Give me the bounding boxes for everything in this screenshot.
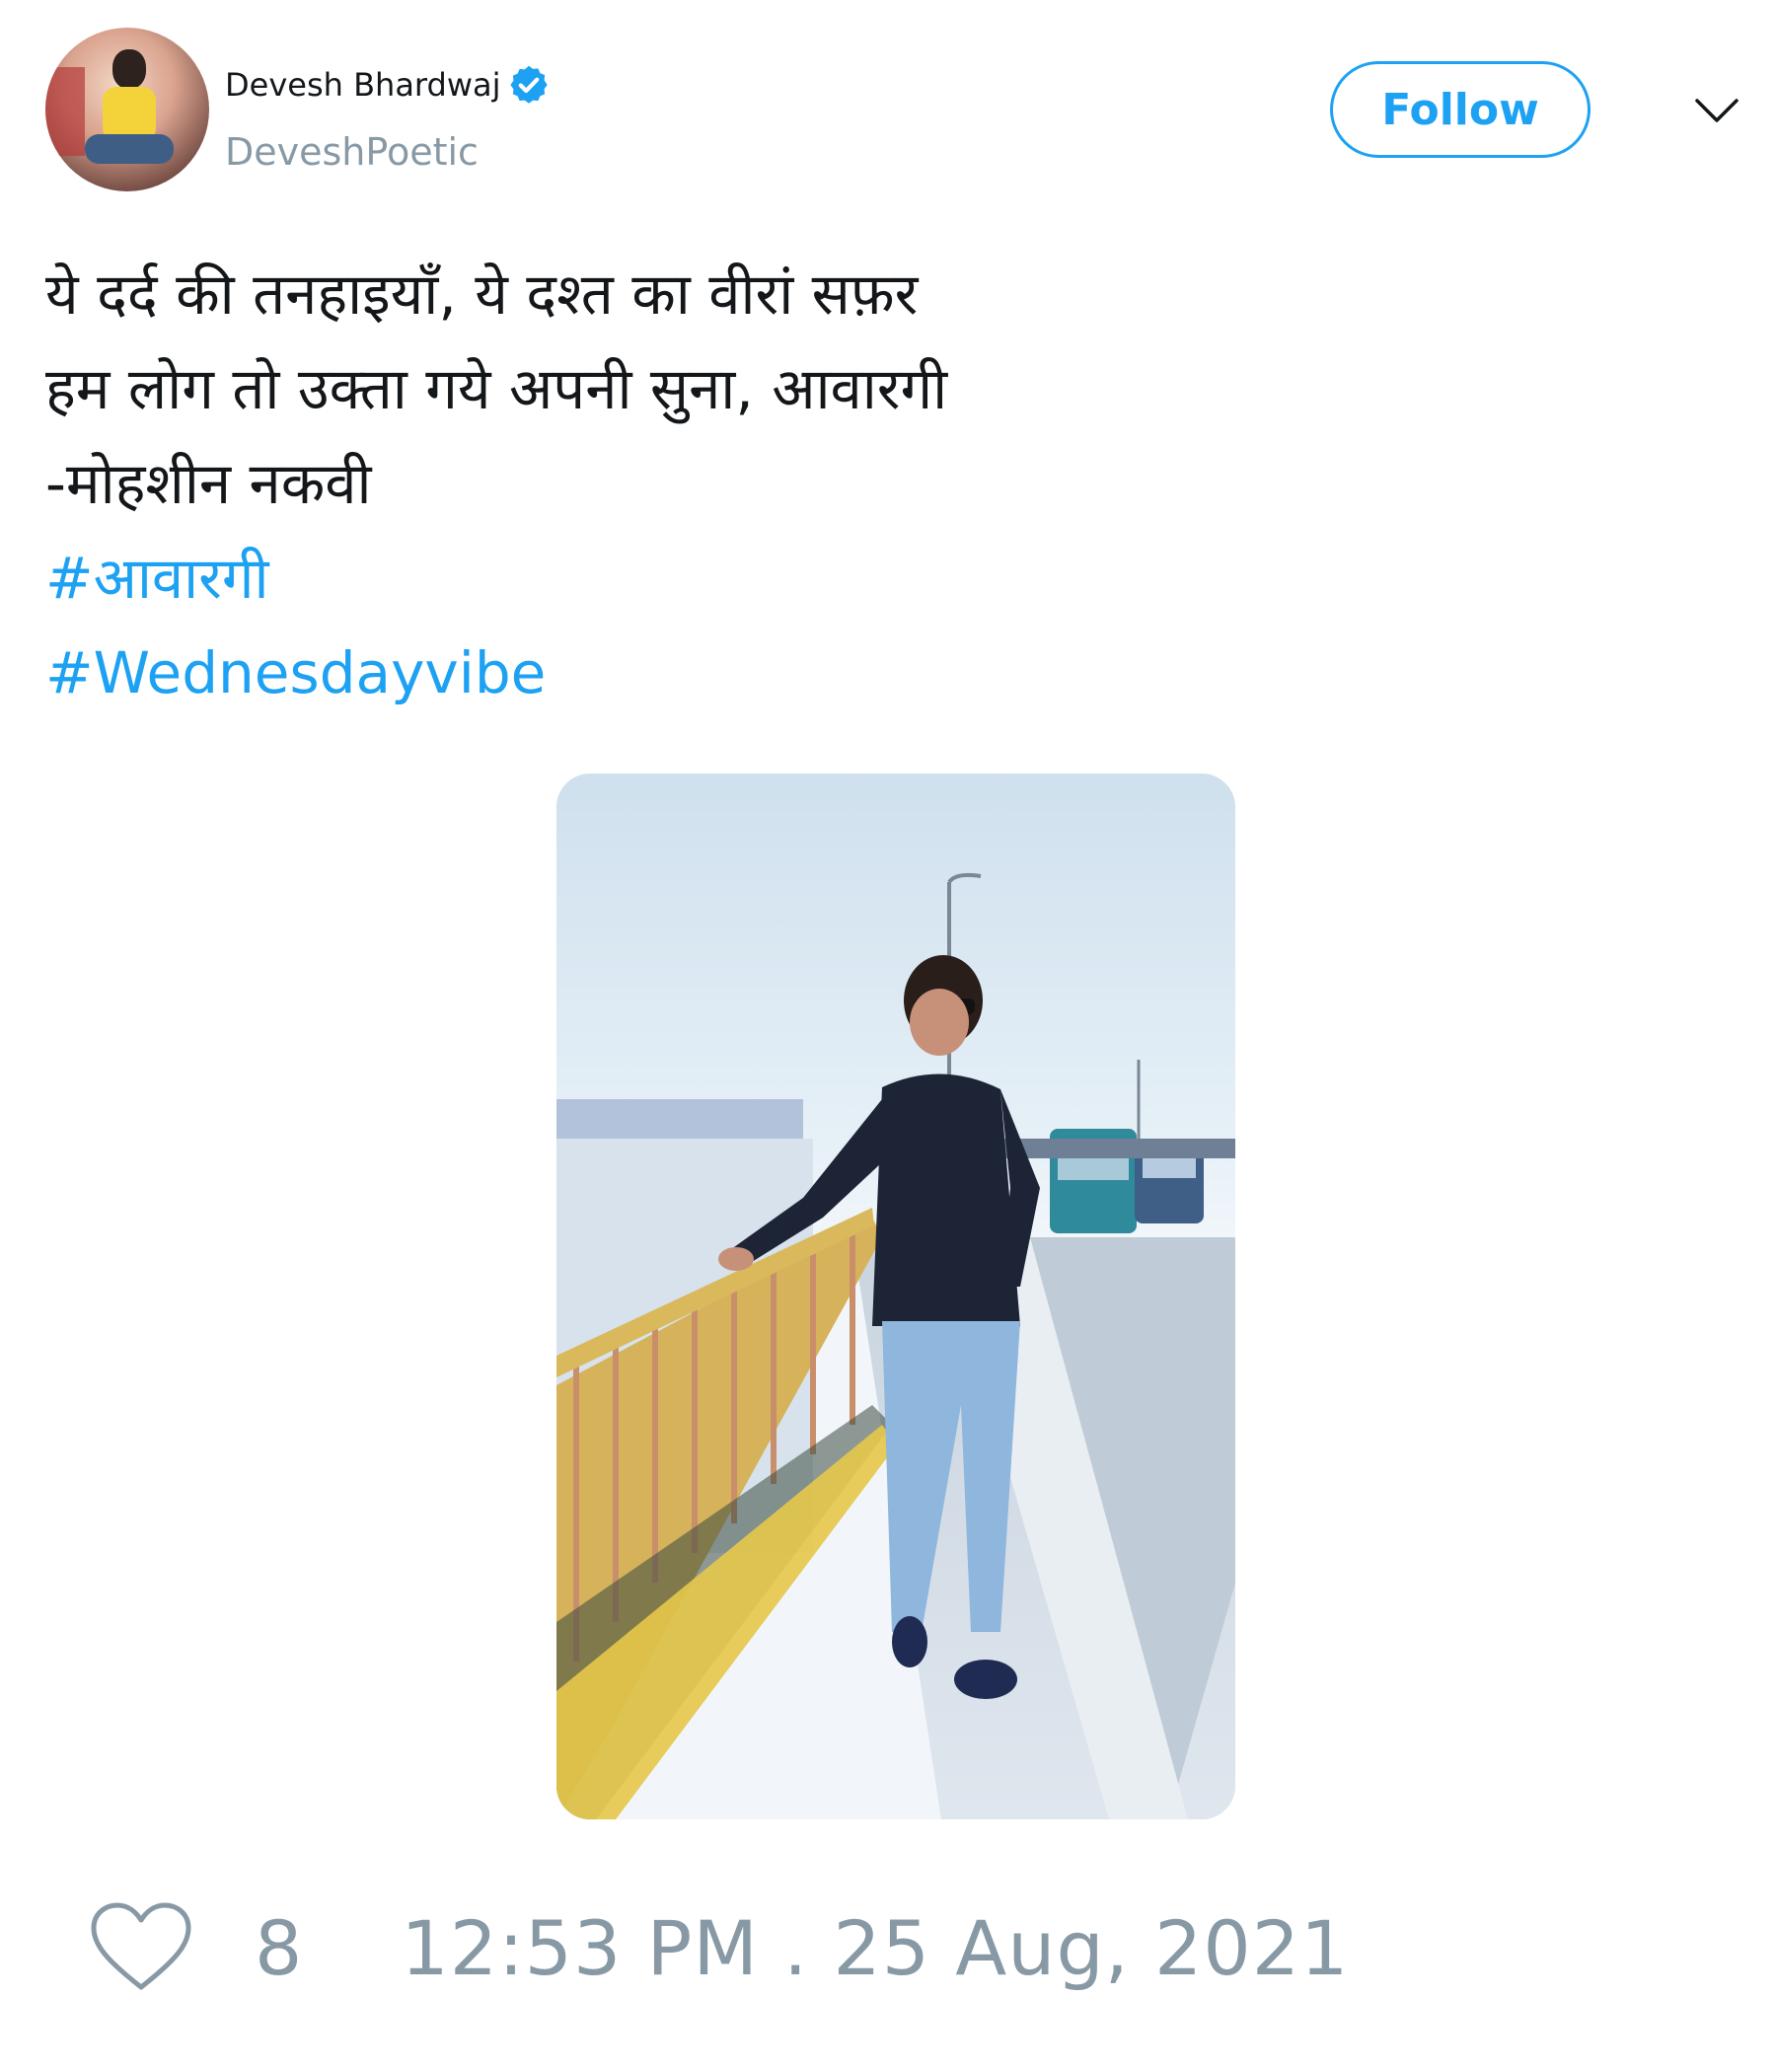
avatar-background <box>45 67 85 156</box>
timestamp[interactable]: 12:53 PM . 25 Aug, 2021 <box>401 1904 1349 1992</box>
avatar-figure-head <box>112 49 146 89</box>
hashtag-link[interactable]: #आवारगी <box>45 531 1525 626</box>
like-count: 8 <box>255 1903 303 1992</box>
chevron-down-icon[interactable] <box>1693 91 1740 130</box>
avatar[interactable] <box>45 28 209 191</box>
tweet-text-line: हम लोग तो उक्ता गये अपनी सुना, आवारगी <box>45 355 948 422</box>
display-name[interactable]: Devesh Bhardwaj <box>225 66 501 104</box>
tweet-footer: 8 12:53 PM . 25 Aug, 2021 <box>89 1900 1349 1995</box>
verified-badge-icon <box>509 65 548 104</box>
tweet-photo[interactable] <box>556 774 1235 1819</box>
follow-button[interactable]: Follow <box>1330 61 1591 158</box>
tweet-text: ये दर्द की तनहाइयाँ, ये दश्त का वीरां सफ… <box>45 247 1525 720</box>
tweet-text-line: -मोहशीन नकवी <box>45 450 372 517</box>
avatar-figure-legs <box>85 134 174 164</box>
tweet-text-line: ये दर्द की तनहाइयाँ, ये दश्त का वीरां सफ… <box>45 260 919 328</box>
heart-icon[interactable] <box>89 1900 193 1995</box>
author-header[interactable]: Devesh Bhardwaj <box>225 63 551 107</box>
author-handle[interactable]: DeveshPoetic <box>225 130 479 174</box>
hashtag-link[interactable]: #Wednesdayvibe <box>45 626 1525 720</box>
photo-scene <box>556 774 1235 1819</box>
